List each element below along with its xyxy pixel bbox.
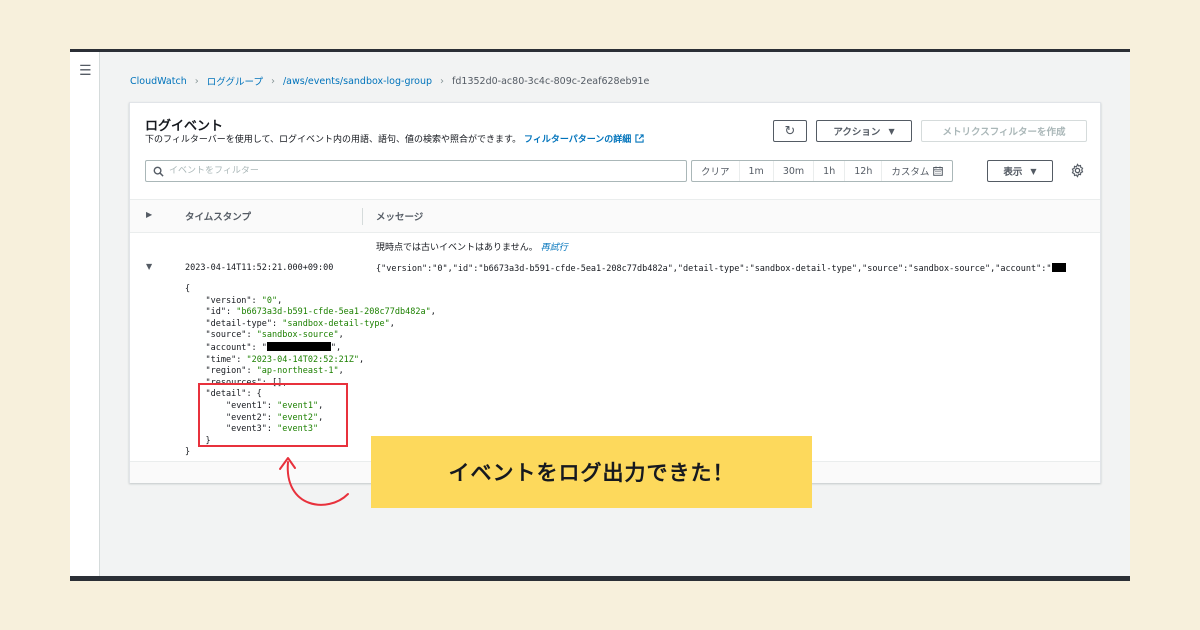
event-message-text: {"version":"0","id":"b6673a3d-b591-cfde-… — [376, 264, 1052, 274]
breadcrumb-log-groups[interactable]: ロググループ — [207, 74, 263, 88]
json-key: "source" — [205, 330, 247, 341]
expand-all-icon[interactable]: ▶ — [146, 210, 152, 219]
redacted-account — [1051, 263, 1066, 272]
json-key: "version" — [205, 295, 252, 306]
create-metric-filter-button[interactable]: メトリクスフィルターを作成 — [921, 120, 1087, 142]
filter-search-box[interactable] — [145, 160, 687, 182]
json-key: "account" — [205, 342, 252, 353]
calendar-icon — [933, 166, 944, 176]
refresh-button[interactable]: ↻ — [773, 120, 807, 142]
json-close: } — [185, 447, 191, 458]
filter-input[interactable] — [169, 166, 649, 176]
json-key: "detail-type" — [205, 318, 273, 329]
highlight-box — [198, 383, 348, 447]
actions-dropdown[interactable]: アクション ▼ — [816, 120, 912, 142]
breadcrumb: CloudWatch › ロググループ › /aws/events/sandbo… — [130, 74, 650, 89]
retry-link[interactable]: 再試行 — [541, 243, 568, 253]
table-header: ▶ タイムスタンプ メッセージ — [130, 199, 1100, 233]
view-dropdown[interactable]: 表示 ▼ — [987, 160, 1053, 182]
json-value: "2023-04-14T02:52:21Z" — [246, 354, 360, 365]
range-clear[interactable]: クリア — [692, 161, 740, 181]
json-open: { — [185, 284, 191, 294]
range-1h[interactable]: 1h — [814, 161, 846, 181]
timestamp-header[interactable]: タイムスタンプ — [185, 209, 251, 223]
caret-down-icon: ▼ — [1030, 166, 1037, 176]
search-icon — [153, 166, 164, 177]
json-key: "id" — [205, 307, 226, 318]
json-value: "sandbox-detail-type" — [282, 318, 390, 329]
create-metric-filter-label: メトリクスフィルターを作成 — [942, 127, 1066, 138]
range-custom[interactable]: カスタム — [882, 161, 952, 181]
caret-down-icon: ▼ — [888, 126, 895, 136]
filter-pattern-docs-link[interactable]: フィルターパターンの詳細 — [524, 134, 644, 145]
side-navigation: ☰ — [70, 52, 100, 576]
no-older-events-notice: 現時点では古いイベントはありません。 再試行 — [376, 240, 568, 253]
panel-description: 下のフィルターバーを使用して、ログイベント内の用語、語句、値の検索や照合ができま… — [145, 132, 644, 145]
description-text: 下のフィルターバーを使用して、ログイベント内の用語、語句、値の検索や照合ができま… — [145, 135, 522, 145]
redacted-account — [266, 341, 331, 351]
chevron-right-icon: › — [194, 75, 199, 87]
range-30m[interactable]: 30m — [774, 161, 815, 181]
json-key: "time" — [205, 354, 237, 365]
curved-arrow-icon — [279, 457, 349, 506]
message-header[interactable]: メッセージ — [376, 209, 423, 223]
json-value: "ap-northeast-1" — [256, 366, 339, 377]
range-12h[interactable]: 12h — [845, 161, 883, 181]
refresh-icon: ↻ — [784, 123, 796, 139]
actions-label: アクション — [833, 127, 881, 138]
view-label: 表示 — [1003, 167, 1023, 178]
menu-icon[interactable]: ☰ — [79, 64, 92, 78]
time-range-selector: クリア 1m 30m 1h 12h カスタム — [691, 160, 954, 182]
collapse-row-icon[interactable]: ▼ — [146, 262, 152, 271]
breadcrumb-log-group[interactable]: /aws/events/sandbox-log-group — [283, 76, 432, 87]
column-divider — [362, 208, 363, 225]
callout-text: イベントをログ出力できた！ — [448, 461, 735, 485]
chevron-right-icon: › — [270, 75, 275, 87]
json-value: "0" — [261, 295, 278, 306]
json-value: "sandbox-source" — [256, 330, 339, 341]
breadcrumb-cloudwatch[interactable]: CloudWatch — [130, 76, 187, 87]
range-1m[interactable]: 1m — [740, 161, 774, 181]
event-message[interactable]: {"version":"0","id":"b6673a3d-b591-cfde-… — [376, 263, 1092, 274]
filter-pattern-docs-label: フィルターパターンの詳細 — [524, 135, 632, 145]
json-key: "region" — [205, 366, 247, 377]
chevron-right-icon: › — [440, 75, 445, 87]
event-timestamp: 2023-04-14T11:52:21.000+09:00 — [185, 263, 334, 273]
breadcrumb-log-stream: fd1352d0-ac80-3c4c-809c-2eaf628eb91e — [452, 75, 650, 87]
gear-icon[interactable] — [1070, 163, 1085, 178]
range-custom-label: カスタム — [891, 167, 930, 178]
json-value: "b6673a3d-b591-cfde-5ea1-208c77db482a" — [236, 307, 431, 318]
callout-banner: イベントをログ出力できた！ — [371, 436, 812, 508]
external-link-icon — [635, 134, 644, 143]
notice-text: 現時点では古いイベントはありません。 — [376, 243, 538, 253]
